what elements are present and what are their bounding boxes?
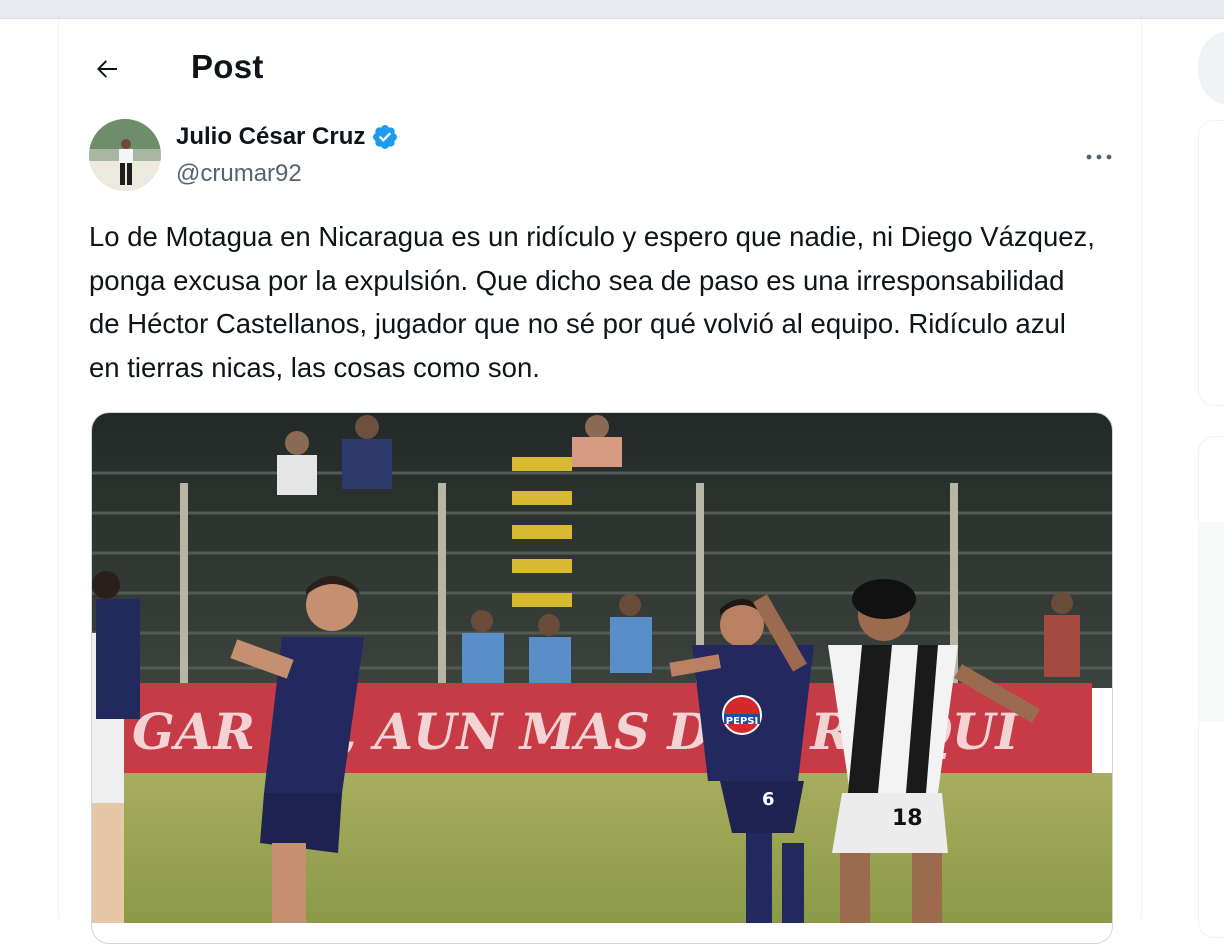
- football-match-photo: GAR UI, AUN MAS DIFI R AQUI PEPSI 6 18: [92, 413, 1112, 923]
- post-author-row: Julio César Cruz @crumar92: [89, 119, 1119, 199]
- author-name-text: Julio César Cruz: [176, 123, 366, 150]
- post-header: Post: [59, 19, 1141, 119]
- right-sidebar-card-2-section: [1198, 522, 1224, 722]
- player-number-left: 6: [762, 789, 775, 810]
- more-options-button[interactable]: [1079, 137, 1119, 177]
- avatar[interactable]: [89, 119, 161, 191]
- arrow-left-icon: [97, 60, 117, 78]
- page-title: Post: [191, 48, 264, 85]
- sponsor-text: PEPSI: [726, 716, 758, 727]
- player-number-right: 18: [892, 806, 923, 831]
- author-handle[interactable]: @crumar92: [176, 160, 302, 188]
- right-sidebar-card: [1198, 120, 1224, 406]
- post-column: Post Julio César Cruz @crumar92 Lo de Mo…: [58, 19, 1142, 944]
- avatar-photo: [89, 119, 161, 191]
- right-sidebar-search[interactable]: [1198, 30, 1224, 106]
- post-media-image[interactable]: GAR UI, AUN MAS DIFI R AQUI PEPSI 6 18: [91, 412, 1113, 944]
- back-button[interactable]: [87, 49, 127, 89]
- more-horizontal-icon: [1086, 154, 1112, 160]
- verified-badge-icon: [373, 125, 398, 149]
- author-name[interactable]: Julio César Cruz: [176, 123, 399, 151]
- post-text: Lo de Motagua en Nicaragua es un ridícul…: [89, 221, 1095, 383]
- browser-top-strip: [0, 0, 1224, 19]
